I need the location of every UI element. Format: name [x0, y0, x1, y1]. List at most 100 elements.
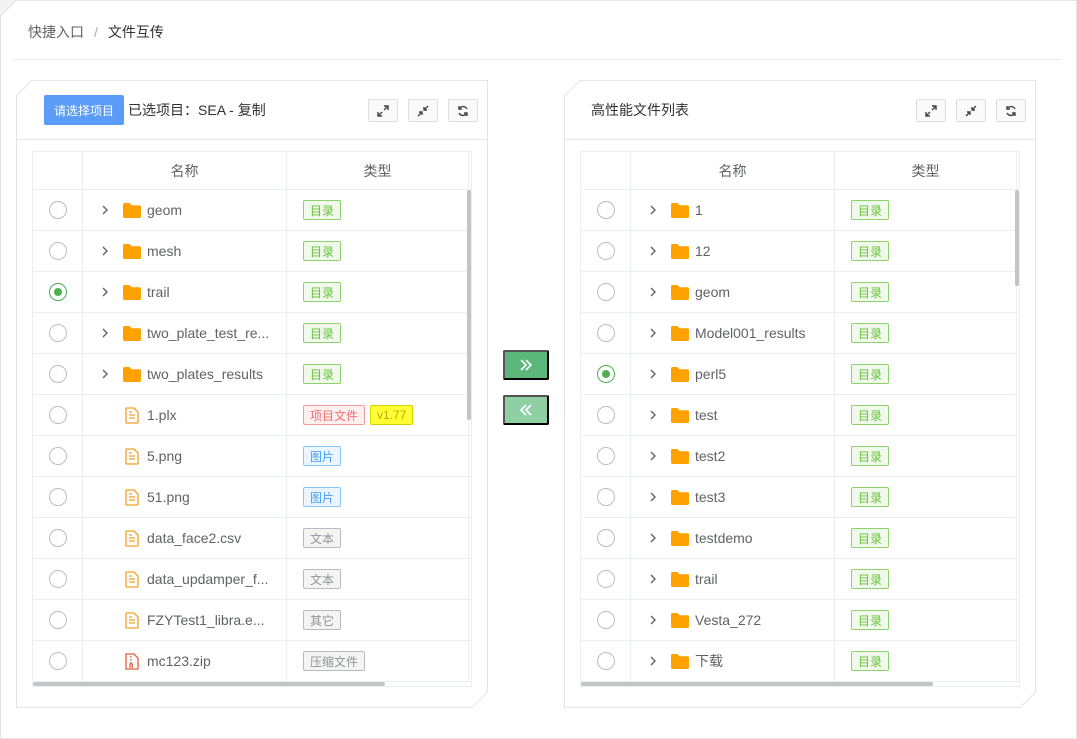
type-tag: 其它 — [303, 610, 342, 630]
type-tag: 目录 — [851, 569, 890, 589]
row-radio[interactable] — [596, 201, 615, 219]
chevron-right-icon[interactable] — [649, 369, 659, 379]
row-type-cell: 图片 — [287, 477, 469, 517]
table-row[interactable]: test 目录 — [581, 395, 1019, 436]
folder-icon — [671, 366, 689, 382]
chevron-right-icon[interactable] — [101, 328, 111, 338]
table-row[interactable]: 51.png 图片 — [33, 477, 471, 518]
collapse-button[interactable] — [408, 99, 438, 122]
chevron-right-icon[interactable] — [649, 287, 659, 297]
chevron-right-icon[interactable] — [649, 451, 659, 461]
file-icon — [125, 447, 139, 465]
row-radio[interactable] — [48, 529, 67, 547]
table-header: 名称 类型 — [33, 152, 471, 190]
row-radio[interactable] — [596, 488, 615, 506]
row-radio[interactable] — [596, 324, 615, 342]
folder-icon-wrap — [671, 366, 689, 382]
chevron-right-icon[interactable] — [649, 574, 659, 584]
file-icon — [125, 529, 139, 547]
chevron-right-icon[interactable] — [649, 410, 659, 420]
row-type-cell: 目录 — [835, 436, 1017, 476]
row-radio[interactable] — [48, 406, 67, 424]
table-row[interactable]: 5.png 图片 — [33, 436, 471, 477]
expand-button[interactable] — [916, 99, 946, 122]
chevron-right-icon[interactable] — [649, 615, 659, 625]
table-row[interactable]: 1 目录 — [581, 190, 1019, 231]
table-row[interactable]: 1.plx 项目文件 v1.77 — [33, 395, 471, 436]
row-radio[interactable] — [48, 365, 67, 383]
row-select-cell — [581, 231, 631, 271]
row-name-cell: 1.plx — [83, 395, 287, 435]
table-row[interactable]: 下载 目录 — [581, 641, 1019, 682]
horizontal-scrollbar[interactable] — [33, 682, 385, 686]
refresh-button[interactable] — [448, 99, 478, 122]
row-radio[interactable] — [596, 406, 615, 424]
chevron-right-icon[interactable] — [101, 205, 111, 215]
vertical-scrollbar[interactable] — [1015, 190, 1019, 286]
row-radio[interactable] — [48, 242, 67, 260]
folder-icon-wrap — [123, 243, 141, 259]
row-radio[interactable] — [48, 201, 67, 219]
type-tag: 目录 — [851, 364, 890, 384]
row-radio[interactable] — [48, 570, 67, 588]
breadcrumb: 快捷入口 / 文件互传 — [28, 22, 164, 42]
table-row[interactable]: trail 目录 — [33, 272, 471, 313]
vertical-scrollbar[interactable] — [467, 190, 471, 420]
row-radio[interactable] — [596, 652, 615, 670]
row-radio[interactable] — [596, 447, 615, 465]
table-row[interactable]: test3 目录 — [581, 477, 1019, 518]
file-icon — [125, 570, 139, 588]
table-row[interactable]: two_plate_test_re... 目录 — [33, 313, 471, 354]
chevron-right-icon[interactable] — [101, 369, 111, 379]
row-radio[interactable] — [48, 447, 67, 465]
collapse-button[interactable] — [956, 99, 986, 122]
expand-button[interactable] — [368, 99, 398, 122]
row-radio[interactable] — [596, 570, 615, 588]
table-row[interactable]: Vesta_272 目录 — [581, 600, 1019, 641]
table-row[interactable]: two_plates_results 目录 — [33, 354, 471, 395]
chevron-right-icon[interactable] — [649, 328, 659, 338]
chevron-right-icon[interactable] — [101, 246, 111, 256]
row-radio[interactable] — [596, 283, 615, 301]
row-radio[interactable] — [48, 611, 67, 629]
chevron-right-icon[interactable] — [649, 533, 659, 543]
table-row[interactable]: FZYTest1_libra.e... 其它 — [33, 600, 471, 641]
table-row[interactable]: mesh 目录 — [33, 231, 471, 272]
row-radio[interactable] — [48, 488, 67, 506]
table-row[interactable]: geom 目录 — [33, 190, 471, 231]
row-radio[interactable] — [596, 611, 615, 629]
table-body: geom 目录 mesh 目录 trail 目录 two_plate_test_re... 目… — [33, 190, 471, 682]
breadcrumb-home-link[interactable]: 快捷入口 — [28, 22, 84, 42]
type-tag: 目录 — [851, 405, 890, 425]
horizontal-scrollbar[interactable] — [581, 682, 933, 686]
transfer-to-right-button[interactable] — [503, 350, 549, 380]
row-radio[interactable] — [596, 242, 615, 260]
chevron-right-icon[interactable] — [101, 287, 111, 297]
table-row[interactable]: Model001_results 目录 — [581, 313, 1019, 354]
table-row[interactable]: trail 目录 — [581, 559, 1019, 600]
table-row[interactable]: perl5 目录 — [581, 354, 1019, 395]
table-row[interactable]: geom 目录 — [581, 272, 1019, 313]
table-row[interactable]: data_face2.csv 文本 — [33, 518, 471, 559]
table-row[interactable]: testdemo 目录 — [581, 518, 1019, 559]
row-radio[interactable] — [596, 365, 615, 383]
table-row[interactable]: mc123.zip 压缩文件 — [33, 641, 471, 682]
chevron-right-icon[interactable] — [649, 492, 659, 502]
row-name: test3 — [695, 489, 726, 505]
row-radio[interactable] — [48, 324, 67, 342]
row-type-cell: 目录 — [287, 354, 469, 394]
row-radio[interactable] — [48, 283, 67, 301]
row-name-cell: test3 — [631, 477, 835, 517]
transfer-to-left-button[interactable] — [503, 395, 549, 425]
refresh-button[interactable] — [996, 99, 1026, 122]
row-radio[interactable] — [48, 652, 67, 670]
chevron-right-icon[interactable] — [649, 205, 659, 215]
row-select-cell — [33, 354, 83, 394]
table-row[interactable]: data_updamper_f... 文本 — [33, 559, 471, 600]
select-project-button[interactable]: 请选择项目 — [44, 95, 125, 125]
table-row[interactable]: test2 目录 — [581, 436, 1019, 477]
table-row[interactable]: 12 目录 — [581, 231, 1019, 272]
row-radio[interactable] — [596, 529, 615, 547]
chevron-right-icon[interactable] — [649, 656, 659, 666]
chevron-right-icon[interactable] — [649, 246, 659, 256]
